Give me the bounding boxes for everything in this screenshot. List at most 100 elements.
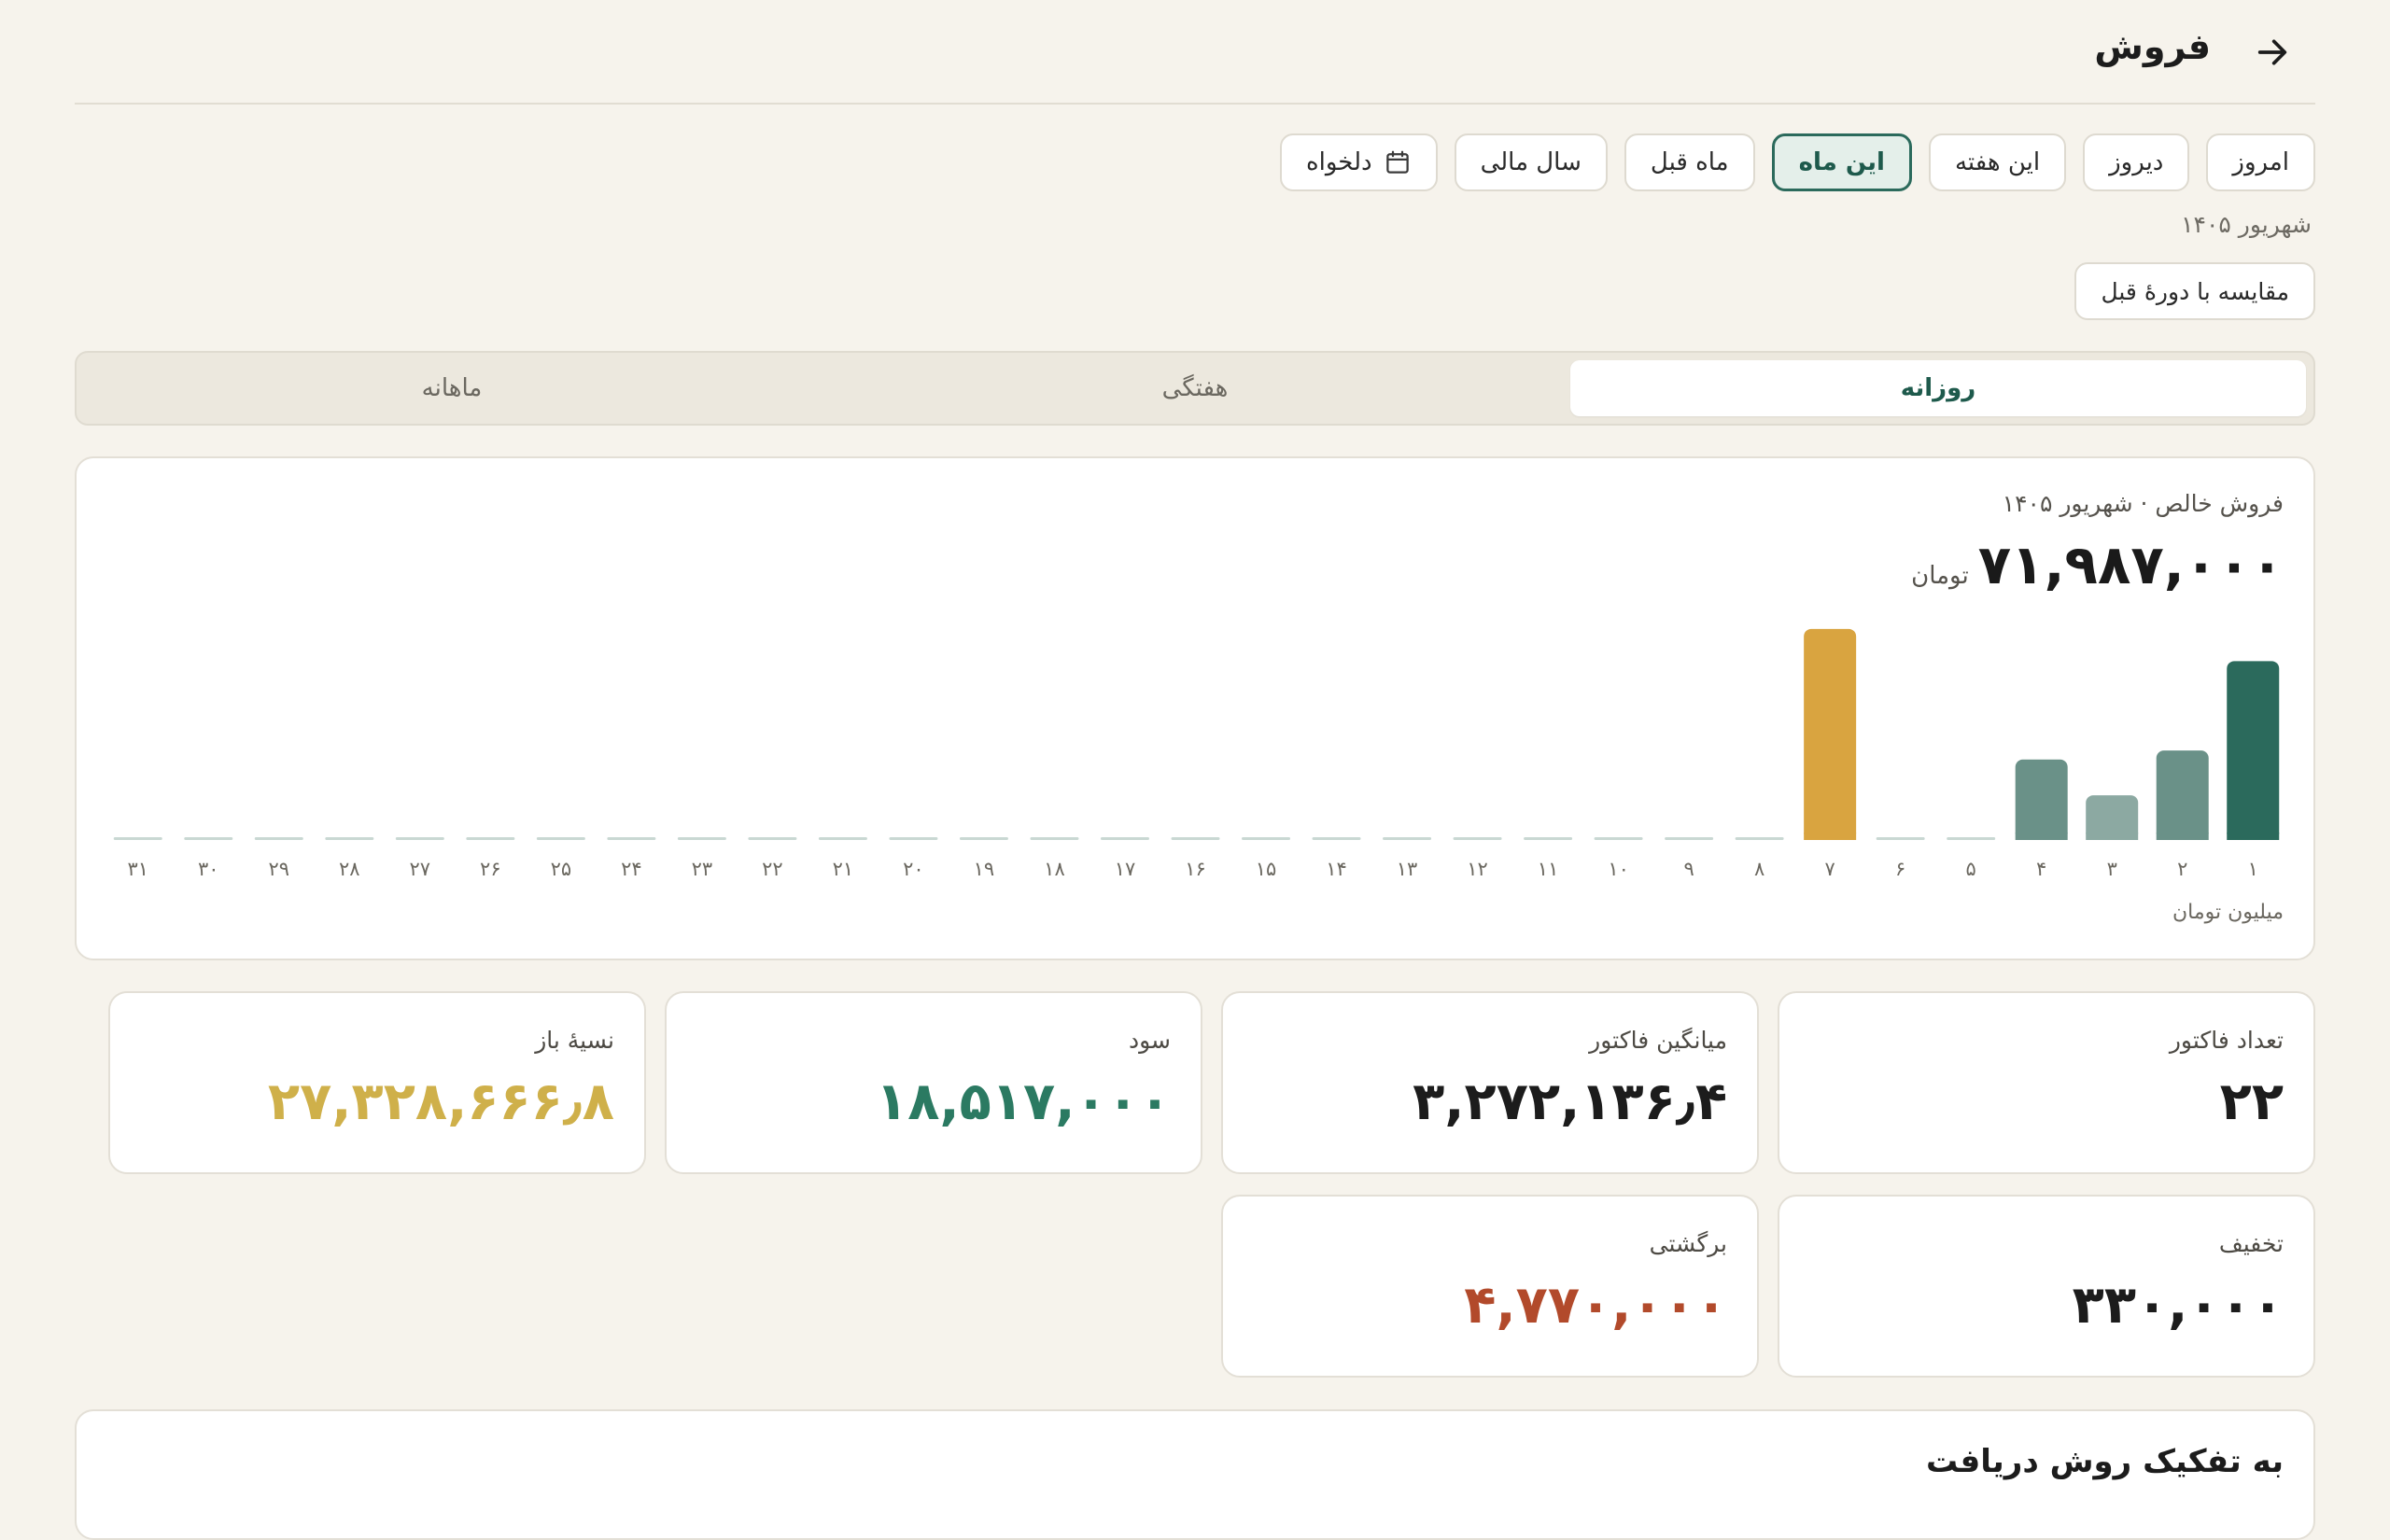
calendar-icon	[1385, 150, 1409, 174]
stat-label: برگشتی	[1649, 1230, 1727, 1257]
bar-day-6[interactable]	[1876, 837, 1925, 840]
bar-day-15[interactable]	[1242, 837, 1291, 840]
stat-card-invoice-count: تعداد فاکتور ۲۲	[1778, 991, 2315, 1174]
bar-day-28[interactable]	[325, 837, 374, 840]
bar-day-20[interactable]	[889, 837, 938, 840]
x-tick-label: ۲	[2177, 858, 2187, 880]
bar-day-12[interactable]	[1453, 837, 1502, 840]
period-this-week-button[interactable]: این هفته	[1928, 133, 2067, 191]
x-tick-label: ۱۷	[1115, 858, 1136, 880]
period-this-month-button[interactable]: این ماه	[1771, 133, 1912, 191]
bar-day-1[interactable]	[2227, 661, 2280, 840]
bar-base	[2015, 833, 2068, 840]
x-tick-label: ۱۶	[1185, 858, 1206, 880]
bar-day-30[interactable]	[184, 837, 233, 840]
x-tick-label: ۳	[2107, 858, 2117, 880]
stat-value: ۳۳۰,۰۰۰	[2072, 1275, 2284, 1336]
tab-weekly[interactable]: هفتگی	[827, 360, 1563, 416]
bar-day-13[interactable]	[1383, 837, 1432, 840]
x-tick-label: ۱۳	[1397, 858, 1418, 880]
back-button[interactable]	[2248, 28, 2297, 77]
bar-day-26[interactable]	[466, 837, 515, 840]
stat-label: نسیهٔ باز	[535, 1027, 614, 1054]
stat-label: تخفیف	[2218, 1230, 2284, 1257]
x-tick-label: ۲۲	[762, 858, 783, 880]
bar-day-9[interactable]	[1665, 837, 1714, 840]
bar-day-5[interactable]	[1947, 837, 1996, 840]
stat-value: ۱۸,۵۱۷,۰۰۰	[876, 1071, 1171, 1132]
bar-base	[2086, 833, 2139, 840]
x-tick-label: ۲۹	[269, 858, 290, 880]
bar-day-7[interactable]	[1804, 628, 1857, 840]
period-label: سال مالی	[1480, 148, 1582, 176]
tab-monthly[interactable]: ماهانه	[84, 360, 820, 416]
x-tick-label: ۲۰	[903, 858, 924, 880]
x-tick-label: ۲۴	[621, 858, 642, 880]
x-tick-label: ۲۶	[480, 858, 501, 880]
bar-day-18[interactable]	[1030, 837, 1079, 840]
section-title: به تفکیک روش دریافت	[1925, 1443, 2284, 1480]
period-last-month-button[interactable]: ماه قبل	[1624, 133, 1755, 191]
x-tick-label: ۱۵	[1256, 858, 1277, 880]
stat-label: تعداد فاکتور	[2169, 1027, 2284, 1054]
x-tick-label: ۵	[1966, 858, 1976, 880]
bar-day-24[interactable]	[607, 837, 656, 840]
page-header: فروش	[75, 0, 2315, 105]
x-tick-label: ۱	[2248, 858, 2258, 880]
x-tick-label: ۴	[2036, 858, 2046, 880]
page-title: فروش	[2094, 26, 2211, 67]
bar-base	[2156, 833, 2209, 840]
tab-daily[interactable]: روزانه	[1570, 360, 2306, 416]
bar-day-14[interactable]	[1312, 837, 1361, 840]
period-label: دیروز	[2109, 148, 2164, 176]
bar-day-10[interactable]	[1594, 837, 1643, 840]
x-tick-label: ۱۱	[1538, 858, 1559, 880]
stat-value: ۴,۷۷۰,۰۰۰	[1464, 1275, 1727, 1336]
x-tick-label: ۹	[1683, 858, 1694, 880]
bar-base	[1804, 833, 1857, 840]
stat-card-profit: سود ۱۸,۵۱۷,۰۰۰	[665, 991, 1202, 1174]
stat-card-open-credit: نسیهٔ باز ۲۷,۳۲۸,۶۶۶٫۸	[108, 991, 646, 1174]
bar-day-23[interactable]	[677, 837, 726, 840]
bar-day-31[interactable]	[113, 837, 162, 840]
bar-day-27[interactable]	[395, 837, 444, 840]
bar-day-4[interactable]	[2015, 759, 2068, 840]
bar-day-22[interactable]	[748, 837, 797, 840]
granularity-tabs: روزانه هفتگی ماهانه	[75, 351, 2315, 426]
period-yesterday-button[interactable]: دیروز	[2083, 133, 2190, 191]
bar-day-19[interactable]	[959, 837, 1008, 840]
x-tick-label: ۲۵	[551, 858, 572, 880]
x-tick-label: ۱۹	[974, 858, 995, 880]
stat-value: ۲۲	[2219, 1071, 2284, 1132]
period-label: این ماه	[1798, 148, 1885, 176]
period-selector: امروز دیروز این هفته این ماه ماه قبل سال…	[1280, 133, 2315, 191]
x-tick-label: ۱۲	[1467, 858, 1488, 880]
x-tick-label: ۳۰	[198, 858, 219, 880]
compare-previous-button[interactable]: مقایسه با دورهٔ قبل	[2074, 262, 2315, 320]
chart-unit-label: میلیون تومان	[2172, 901, 2284, 924]
bar-day-16[interactable]	[1171, 837, 1220, 840]
bar-day-17[interactable]	[1100, 837, 1149, 840]
period-fiscal-year-button[interactable]: سال مالی	[1454, 133, 1608, 191]
x-tick-label: ۸	[1754, 858, 1764, 880]
x-tick-label: ۱۴	[1326, 858, 1347, 880]
chart-subtitle: فروش خالص · شهریور ۱۴۰۵	[2002, 490, 2284, 517]
stat-value: ۳,۲۷۲,۱۳۶٫۴	[1413, 1071, 1727, 1132]
stat-card-average-invoice: میانگین فاکتور ۳,۲۷۲,۱۳۶٫۴	[1221, 991, 1759, 1174]
bar-day-21[interactable]	[818, 837, 867, 840]
stat-card-returns: برگشتی ۴,۷۷۰,۰۰۰	[1221, 1195, 1759, 1378]
net-sales-chart-card: ۱ ۲ ۳ ۴ ۵ ۶ ۷ ۸ ۹ ۱۰ ۱۱ ۱۲ ۱۳ ۱۴ ۱۵ ۱۶ ۱۷ ۱۸ ۱۹ ۲۰ ۲۱ ۲۲ ۲۳ ۲۴ ۲…	[75, 456, 2315, 960]
total-value: ۷۱,۹۸۷,۰۰۰	[1977, 533, 2284, 596]
period-custom-button[interactable]: دلخواه	[1280, 133, 1438, 191]
x-tick-label: ۱۸	[1044, 858, 1065, 880]
bar-day-11[interactable]	[1524, 837, 1573, 840]
bar-day-8[interactable]	[1735, 837, 1784, 840]
bar-day-29[interactable]	[254, 837, 303, 840]
payment-method-breakdown-card: به تفکیک روش دریافت	[75, 1409, 2315, 1540]
period-today-button[interactable]: امروز	[2206, 133, 2315, 191]
x-tick-label: ۶	[1895, 858, 1905, 880]
bar-day-2[interactable]	[2156, 750, 2209, 840]
bar-day-25[interactable]	[536, 837, 585, 840]
x-tick-label: ۲۷	[410, 858, 431, 880]
stat-label: میانگین فاکتور	[1589, 1027, 1727, 1054]
